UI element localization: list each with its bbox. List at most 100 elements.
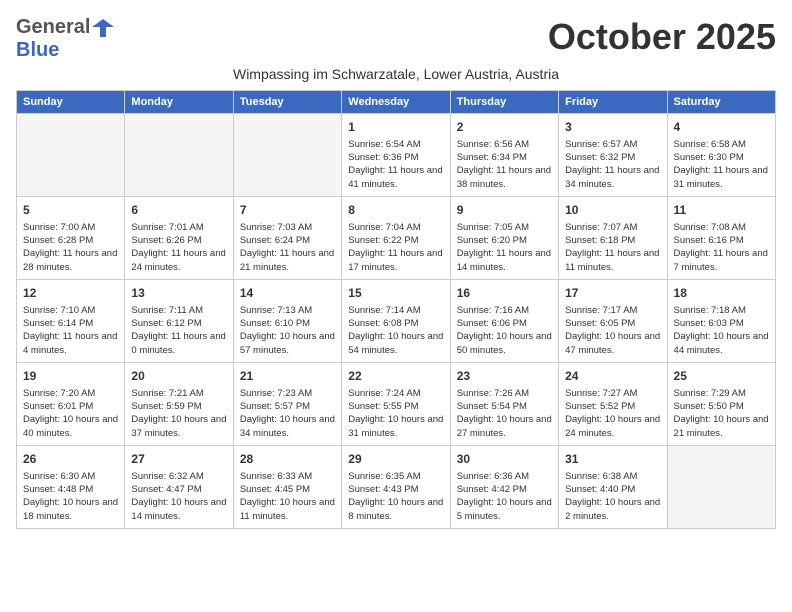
calendar-week-3: 12 Sunrise: 7:10 AMSunset: 6:14 PMDayligh… (17, 279, 776, 362)
day-info: Sunrise: 7:04 AMSunset: 6:22 PMDaylight:… (348, 221, 443, 274)
calendar-cell: 15Sunrise: 7:14 AMSunset: 6:08 PMDayligh… (342, 279, 450, 362)
calendar-cell: 3Sunrise: 6:57 AMSunset: 6:32 PMDaylight… (559, 114, 667, 197)
calendar-cell: 13 Sunrise: 7:11 AMSunset: 6:12 PMDayligh… (125, 279, 233, 362)
header-thursday: Thursday (450, 91, 558, 114)
calendar-cell: 5 Sunrise: 7:00 AMSunset: 6:28 PMDaylight… (17, 196, 125, 279)
day-number: 22 (348, 368, 443, 385)
day-number: 6 (131, 202, 226, 219)
day-number: 7 (240, 202, 335, 219)
day-info: Sunrise: 7:24 AMSunset: 5:55 PMDaylight:… (348, 387, 443, 440)
calendar-cell: 28 Sunrise: 6:33 AMSunset: 4:45 PMDayligh… (233, 445, 341, 528)
day-info: Sunrise: 7:16 AMSunset: 6:06 PMDaylight:… (457, 304, 552, 357)
day-info: Sunrise: 6:57 AMSunset: 6:32 PMDaylight:… (565, 138, 660, 191)
calendar-week-2: 5 Sunrise: 7:00 AMSunset: 6:28 PMDaylight… (17, 196, 776, 279)
calendar-week-4: 19 Sunrise: 7:20 AMSunset: 6:01 PMDayligh… (17, 362, 776, 445)
calendar-cell: 25 Sunrise: 7:29 AMSunset: 5:50 PMDayligh… (667, 362, 775, 445)
calendar-cell: 16 Sunrise: 7:16 AMSunset: 6:06 PMDayligh… (450, 279, 558, 362)
day-info: Sunrise: 7:05 AMSunset: 6:20 PMDaylight:… (457, 221, 552, 274)
day-number: 14 (240, 285, 335, 302)
day-number: 10 (565, 202, 660, 219)
day-number: 25 (674, 368, 769, 385)
header-monday: Monday (125, 91, 233, 114)
calendar-cell: 30 Sunrise: 6:36 AMSunset: 4:42 PMDayligh… (450, 445, 558, 528)
day-number: 29 (348, 451, 443, 468)
day-number: 28 (240, 451, 335, 468)
day-info: Sunrise: 7:10 AMSunset: 6:14 PMDaylight:… (23, 304, 118, 357)
day-info: Sunrise: 7:03 AMSunset: 6:24 PMDaylight:… (240, 221, 335, 274)
calendar-cell: 11 Sunrise: 7:08 AMSunset: 6:16 PMDayligh… (667, 196, 775, 279)
day-number: 31 (565, 451, 660, 468)
calendar-cell: 8 Sunrise: 7:04 AMSunset: 6:22 PMDaylight… (342, 196, 450, 279)
day-number: 9 (457, 202, 552, 219)
page-header: GeneralBlue October 2025 (16, 16, 776, 62)
calendar-cell: 2 Sunrise: 6:56 AMSunset: 6:34 PMDaylight… (450, 114, 558, 197)
day-number: 12 (23, 285, 118, 302)
calendar-cell: 1 Sunrise: 6:54 AMSunset: 6:36 PMDaylight… (342, 114, 450, 197)
day-info: Sunrise: 7:11 AMSunset: 6:12 PMDaylight:… (131, 304, 226, 357)
header-tuesday: Tuesday (233, 91, 341, 114)
calendar-cell: 20 Sunrise: 7:21 AMSunset: 5:59 PMDayligh… (125, 362, 233, 445)
day-info: Sunrise: 6:33 AMSunset: 4:45 PMDaylight:… (240, 470, 335, 523)
calendar-cell: 23 Sunrise: 7:26 AMSunset: 5:54 PMDayligh… (450, 362, 558, 445)
header-saturday: Saturday (667, 91, 775, 114)
day-info: Sunrise: 6:56 AMSunset: 6:34 PMDaylight:… (457, 138, 552, 191)
calendar-cell (233, 114, 341, 197)
day-info: Sunrise: 7:21 AMSunset: 5:59 PMDaylight:… (131, 387, 226, 440)
calendar-cell: 10Sunrise: 7:07 AMSunset: 6:18 PMDayligh… (559, 196, 667, 279)
month-title-block: October 2025 (548, 16, 776, 58)
day-number: 23 (457, 368, 552, 385)
day-info: Sunrise: 7:17 AMSunset: 6:05 PMDaylight:… (565, 304, 660, 357)
day-info: Sunrise: 7:26 AMSunset: 5:54 PMDaylight:… (457, 387, 552, 440)
logo: GeneralBlue (16, 16, 116, 62)
calendar-cell: 18Sunrise: 7:18 AMSunset: 6:03 PMDayligh… (667, 279, 775, 362)
calendar-cell: 9 Sunrise: 7:05 AMSunset: 6:20 PMDaylight… (450, 196, 558, 279)
calendar-cell: 6 Sunrise: 7:01 AMSunset: 6:26 PMDaylight… (125, 196, 233, 279)
calendar-cell (125, 114, 233, 197)
location-subtitle: Wimpassing im Schwarzatale, Lower Austri… (16, 66, 776, 82)
weekday-header-row: Sunday Monday Tuesday Wednesday Thursday… (17, 91, 776, 114)
day-info: Sunrise: 6:36 AMSunset: 4:42 PMDaylight:… (457, 470, 552, 523)
day-info: Sunrise: 7:01 AMSunset: 6:26 PMDaylight:… (131, 221, 226, 274)
day-number: 8 (348, 202, 443, 219)
day-number: 21 (240, 368, 335, 385)
calendar-cell (17, 114, 125, 197)
day-number: 19 (23, 368, 118, 385)
calendar-cell: 4 Sunrise: 6:58 AMSunset: 6:30 PMDaylight… (667, 114, 775, 197)
day-number: 4 (674, 119, 769, 136)
calendar-table: Sunday Monday Tuesday Wednesday Thursday… (16, 90, 776, 529)
calendar-cell: 14Sunrise: 7:13 AMSunset: 6:10 PMDayligh… (233, 279, 341, 362)
header-sunday: Sunday (17, 91, 125, 114)
day-info: Sunrise: 7:00 AMSunset: 6:28 PMDaylight:… (23, 221, 118, 274)
calendar-cell: 27Sunrise: 6:32 AMSunset: 4:47 PMDayligh… (125, 445, 233, 528)
day-number: 1 (348, 119, 443, 136)
calendar-week-1: 1 Sunrise: 6:54 AMSunset: 6:36 PMDaylight… (17, 114, 776, 197)
logo-text: GeneralBlue (16, 16, 116, 62)
day-number: 30 (457, 451, 552, 468)
day-number: 11 (674, 202, 769, 219)
day-info: Sunrise: 6:38 AMSunset: 4:40 PMDaylight:… (565, 470, 660, 523)
day-number: 2 (457, 119, 552, 136)
header-wednesday: Wednesday (342, 91, 450, 114)
calendar-week-5: 26 Sunrise: 6:30 AMSunset: 4:48 PMDayligh… (17, 445, 776, 528)
calendar-cell: 7 Sunrise: 7:03 AMSunset: 6:24 PMDaylight… (233, 196, 341, 279)
day-info: Sunrise: 6:30 AMSunset: 4:48 PMDaylight:… (23, 470, 118, 523)
day-info: Sunrise: 6:32 AMSunset: 4:47 PMDaylight:… (131, 470, 226, 523)
day-info: Sunrise: 7:18 AMSunset: 6:03 PMDaylight:… (674, 304, 769, 357)
calendar-cell: 31 Sunrise: 6:38 AMSunset: 4:40 PMDayligh… (559, 445, 667, 528)
day-number: 20 (131, 368, 226, 385)
day-number: 13 (131, 285, 226, 302)
calendar-cell: 21Sunrise: 7:23 AMSunset: 5:57 PMDayligh… (233, 362, 341, 445)
calendar-cell: 26 Sunrise: 6:30 AMSunset: 4:48 PMDayligh… (17, 445, 125, 528)
calendar-cell: 12 Sunrise: 7:10 AMSunset: 6:14 PMDayligh… (17, 279, 125, 362)
day-info: Sunrise: 7:20 AMSunset: 6:01 PMDaylight:… (23, 387, 118, 440)
day-info: Sunrise: 6:54 AMSunset: 6:36 PMDaylight:… (348, 138, 443, 191)
calendar-cell: 22 Sunrise: 7:24 AMSunset: 5:55 PMDayligh… (342, 362, 450, 445)
day-number: 26 (23, 451, 118, 468)
month-title: October 2025 (548, 16, 776, 58)
day-info: Sunrise: 6:58 AMSunset: 6:30 PMDaylight:… (674, 138, 769, 191)
header-friday: Friday (559, 91, 667, 114)
day-info: Sunrise: 7:08 AMSunset: 6:16 PMDaylight:… (674, 221, 769, 274)
day-info: Sunrise: 7:29 AMSunset: 5:50 PMDaylight:… (674, 387, 769, 440)
day-number: 16 (457, 285, 552, 302)
day-number: 5 (23, 202, 118, 219)
